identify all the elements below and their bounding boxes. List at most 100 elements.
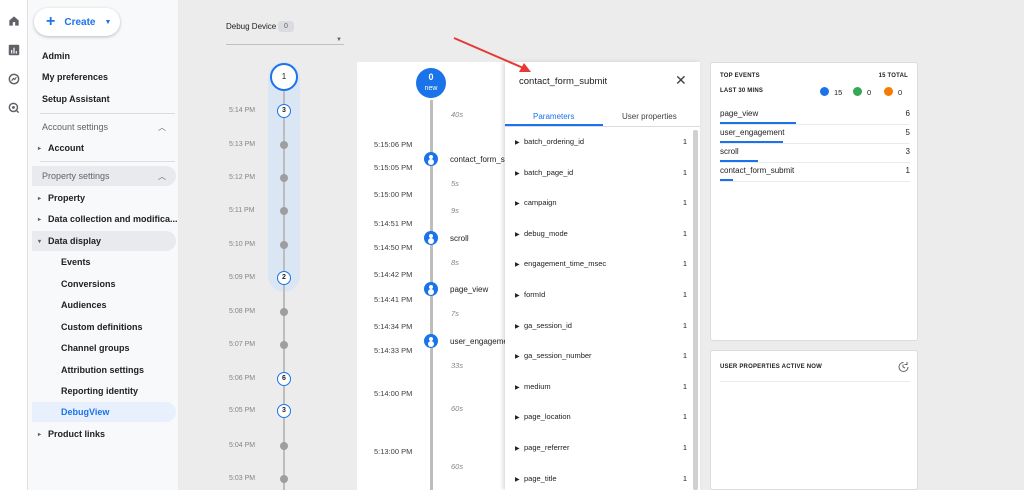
divider	[720, 381, 910, 382]
minute-dot[interactable]	[280, 241, 288, 249]
tab-divider	[505, 126, 700, 127]
seconds-top-label: new	[424, 85, 438, 92]
expand-triangle-icon: ▶	[515, 262, 520, 269]
expand-triangle-icon: ▶	[515, 140, 520, 146]
debug-device-count: 0	[278, 21, 294, 32]
nav-data-collection-label: Data collection and modifica...	[48, 214, 178, 224]
nav-events[interactable]: Events	[61, 257, 91, 267]
minute-time: 5:04 PM	[229, 442, 256, 449]
tab-user-properties[interactable]: User properties	[622, 112, 677, 121]
minute-time: 5:13 PM	[229, 141, 256, 148]
parameter-row[interactable]: ▶ campaign 1	[515, 198, 687, 212]
nav-property-label: Property	[48, 193, 86, 203]
home-icon[interactable]	[7, 14, 21, 28]
section-property-settings[interactable]: Property settings ︿	[32, 166, 176, 186]
error-count-icon	[884, 87, 893, 96]
nav-my-preferences[interactable]: My preferences	[42, 72, 108, 86]
debug-device-select[interactable]	[226, 44, 344, 45]
nav-setup-assistant[interactable]: Setup Assistant	[42, 94, 110, 108]
section-account-settings[interactable]: Account settings ︿	[32, 117, 176, 137]
gap-label: 8s	[451, 258, 459, 267]
nav-property[interactable]: ▸ Property	[38, 193, 85, 203]
top-event-count: 5	[905, 128, 910, 137]
minute-time: 5:12 PM	[229, 174, 256, 181]
second-time: 5:14:51 PM	[374, 219, 413, 228]
conversion-count: 0	[867, 88, 872, 97]
parameter-row[interactable]: ▶ debug_mode 1	[515, 229, 687, 243]
panel-scrollbar[interactable]	[693, 130, 698, 490]
caret-down-icon[interactable]: ▼	[336, 37, 342, 43]
minute-event-count[interactable]: 6	[277, 372, 291, 386]
parameter-row[interactable]: ▶ page_location 1	[515, 412, 687, 426]
minute-dot[interactable]	[280, 141, 288, 149]
nav-custom-definitions[interactable]: Custom definitions	[61, 322, 143, 332]
expand-triangle-icon: ▶	[515, 170, 520, 177]
parameter-row[interactable]: ▶ ga_session_id 1	[515, 321, 687, 335]
nav-account[interactable]: ▸ Account	[38, 143, 84, 153]
nav-debugview[interactable]: DebugView	[61, 407, 109, 417]
parameter-row[interactable]: ▶ batch_page_id 1	[515, 168, 687, 182]
parameter-name: ga_session_number	[524, 351, 592, 361]
parameter-row[interactable]: ▶ page_title 1	[515, 474, 687, 488]
minute-dot[interactable]	[280, 442, 288, 450]
minute-dot[interactable]	[280, 341, 288, 349]
top-event-count: 1	[905, 166, 910, 175]
minute-event-count[interactable]: 2	[277, 271, 291, 285]
parameter-row[interactable]: ▶ formId 1	[515, 290, 687, 304]
top-event-row[interactable]: contact_form_submit 1	[720, 166, 910, 182]
parameter-row[interactable]: ▶ engagement_time_msec 1	[515, 259, 687, 273]
expand-triangle-icon: ▶	[515, 201, 520, 208]
gap-label: 9s	[451, 206, 459, 215]
minute-dot[interactable]	[280, 475, 288, 483]
advertising-icon[interactable]	[7, 101, 21, 115]
top-event-name: scroll	[720, 147, 739, 156]
nav-reporting-identity[interactable]: Reporting identity	[61, 386, 138, 396]
parameter-row[interactable]: ▶ ga_session_number 1	[515, 351, 687, 365]
create-button[interactable]: + Create ▼	[34, 8, 120, 36]
gap-label: 33s	[451, 361, 464, 370]
conversion-count-icon	[853, 87, 862, 96]
explore-icon[interactable]	[7, 72, 21, 86]
expand-triangle-icon: ▶	[515, 354, 520, 361]
reports-icon[interactable]	[7, 43, 21, 57]
parameter-count: 1	[682, 167, 687, 177]
nav-channel-groups[interactable]: Channel groups	[61, 343, 130, 353]
minute-time: 5:14 PM	[229, 107, 256, 114]
history-icon[interactable]	[897, 361, 909, 373]
parameter-name: page_referrer	[524, 443, 570, 452]
event-page-view[interactable]: page_view	[450, 285, 506, 294]
event-scroll[interactable]: scroll	[450, 234, 506, 243]
minute-event-count[interactable]: 3	[277, 404, 291, 418]
minute-dot[interactable]	[280, 174, 288, 182]
close-icon[interactable]: ✕	[675, 72, 687, 89]
nav-product-links[interactable]: ▸ Product links	[38, 429, 105, 439]
nav-conversions[interactable]: Conversions	[61, 279, 116, 289]
second-time: 5:14:41 PM	[374, 295, 413, 304]
parameter-row[interactable]: ▶ batch_ordering_id 1	[515, 137, 687, 151]
nav-data-collection[interactable]: ▸ Data collection and modifica...	[38, 214, 178, 224]
expand-triangle-icon: ▶	[515, 323, 520, 330]
nav-admin[interactable]: Admin	[42, 51, 70, 65]
nav-attribution-settings[interactable]: Attribution settings	[61, 365, 144, 375]
parameter-name: formId	[524, 290, 546, 299]
parameter-row[interactable]: ▶ page_referrer 1	[515, 443, 687, 457]
event-contact-form-submit[interactable]: contact_form_submit	[450, 155, 506, 164]
nav-audiences[interactable]: Audiences	[61, 300, 107, 310]
top-events-subtitle: LAST 30 MINS	[720, 88, 764, 94]
second-time: 5:14:50 PM	[374, 243, 413, 252]
tab-parameters[interactable]: Parameters	[533, 112, 574, 121]
top-events-total: 15 TOTAL	[878, 73, 908, 79]
minute-event-count[interactable]: 3	[277, 104, 291, 118]
triangle-right-icon: ▸	[38, 431, 42, 438]
chevron-up-icon: ︿	[158, 122, 166, 132]
minute-top-count[interactable]: 1	[270, 63, 298, 91]
minute-dot[interactable]	[280, 308, 288, 316]
parameter-name: page_location	[524, 412, 571, 422]
nav-data-display[interactable]: ▾ Data display	[38, 236, 101, 246]
event-user-engagement[interactable]: user_engagement	[450, 337, 506, 346]
parameter-row[interactable]: ▶ medium 1	[515, 382, 687, 396]
minute-dot[interactable]	[280, 207, 288, 215]
gap-label: 60s	[451, 404, 464, 413]
user-properties-title: USER PROPERTIES ACTIVE NOW	[720, 364, 822, 370]
seconds-top-count[interactable]: 0 new	[416, 68, 446, 98]
